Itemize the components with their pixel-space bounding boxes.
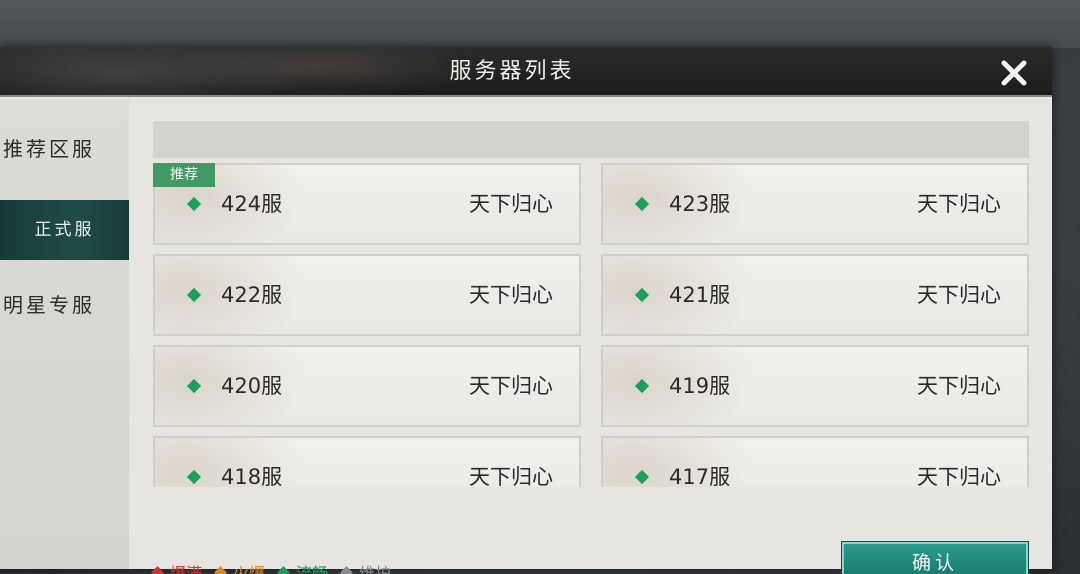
server-label: 天下归心	[917, 192, 1001, 216]
status-legend: 爆满 火爆 流畅 维护	[151, 557, 405, 574]
server-name: 420服	[221, 374, 283, 398]
server-card[interactable]: 417服 天下归心	[601, 436, 1029, 487]
close-icon	[1001, 60, 1027, 86]
legend-label: 维护	[359, 564, 392, 574]
server-name: 421服	[669, 283, 731, 307]
status-diamond-icon	[634, 378, 650, 394]
sidebar-item-official[interactable]: 正式服	[0, 200, 129, 260]
server-label: 天下归心	[469, 374, 553, 398]
server-label: 天下归心	[917, 374, 1001, 398]
dialog-titlebar: 服务器列表	[0, 47, 1052, 97]
legend-label: 火爆	[233, 564, 266, 574]
confirm-button[interactable]: 确认	[842, 542, 1028, 574]
legend-diamond-icon	[214, 565, 227, 574]
close-button[interactable]	[996, 55, 1032, 91]
server-list-dialog: 服务器列表 推荐区服 正式服 明星专服 424服 天下归心 推荐 423服 天下归心 42…	[0, 47, 1052, 574]
server-card[interactable]: 421服 天下归心	[601, 254, 1029, 336]
legend-item: 火爆	[214, 560, 266, 574]
legend-label: 流畅	[296, 564, 329, 574]
legend-item: 维护	[340, 560, 392, 574]
status-diamond-icon	[634, 287, 650, 303]
server-card[interactable]: 418服 天下归心	[153, 436, 581, 487]
sidebar-item-recommended[interactable]: 推荐区服	[0, 119, 129, 179]
server-card[interactable]: 424服 天下归心 推荐	[153, 163, 581, 245]
server-label: 天下归心	[917, 465, 1001, 487]
server-card[interactable]: 420服 天下归心	[153, 345, 581, 427]
server-grid[interactable]: 424服 天下归心 推荐 423服 天下归心 422服 天下归心 421服 天下归心 420服 天下…	[153, 163, 1029, 487]
status-diamond-icon	[186, 469, 202, 485]
server-name: 422服	[221, 283, 283, 307]
legend-item: 爆满	[151, 560, 203, 574]
server-label: 天下归心	[469, 192, 553, 216]
server-category-sidebar: 推荐区服 正式服 明星专服	[0, 99, 129, 569]
legend-diamond-icon	[340, 565, 353, 574]
status-diamond-icon	[186, 378, 202, 394]
legend-label: 爆满	[170, 564, 203, 574]
filter-bar	[153, 121, 1029, 158]
server-list-panel: 424服 天下归心 推荐 423服 天下归心 422服 天下归心 421服 天下归心 420服 天下…	[129, 99, 1052, 574]
status-diamond-icon	[634, 196, 650, 212]
dialog-title: 服务器列表	[449, 59, 575, 84]
server-label: 天下归心	[469, 283, 553, 307]
status-diamond-icon	[186, 287, 202, 303]
recommended-badge: 推荐	[153, 163, 215, 187]
sidebar-item-star[interactable]: 明星专服	[0, 275, 129, 335]
server-label: 天下归心	[917, 283, 1001, 307]
server-label: 天下归心	[469, 465, 553, 487]
server-name: 424服	[221, 192, 283, 216]
status-diamond-icon	[634, 469, 650, 485]
background-scene	[0, 0, 1080, 48]
server-name: 417服	[669, 465, 731, 487]
server-name: 419服	[669, 374, 731, 398]
server-card[interactable]: 419服 天下归心	[601, 345, 1029, 427]
status-diamond-icon	[186, 196, 202, 212]
legend-diamond-icon	[277, 565, 290, 574]
server-name: 418服	[221, 465, 283, 487]
legend-item: 流畅	[277, 560, 329, 574]
server-card[interactable]: 423服 天下归心	[601, 163, 1029, 245]
server-name: 423服	[669, 192, 731, 216]
server-card[interactable]: 422服 天下归心	[153, 254, 581, 336]
legend-diamond-icon	[151, 565, 164, 574]
